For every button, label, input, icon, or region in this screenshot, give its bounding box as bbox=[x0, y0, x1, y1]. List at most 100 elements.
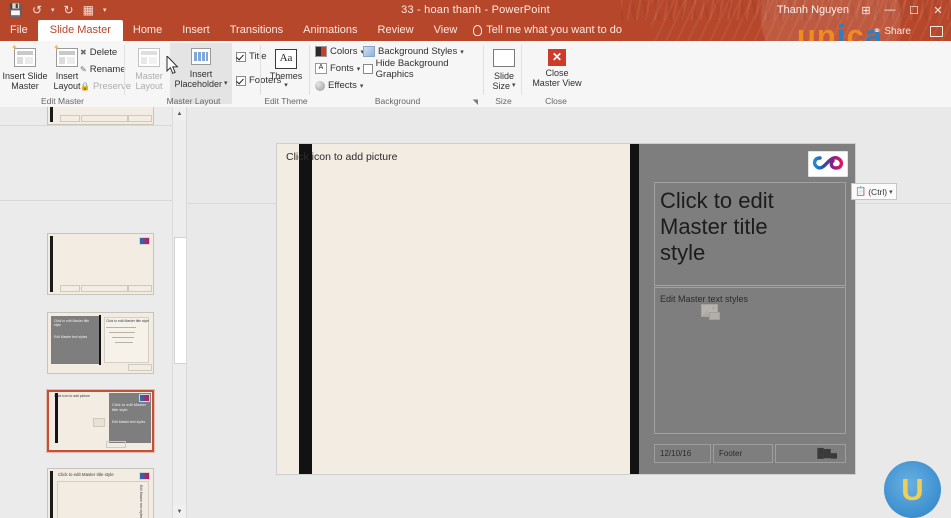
theme-effects-button[interactable]: Effects ▾ bbox=[315, 78, 363, 93]
background-styles-dropdown-icon[interactable]: ▾ bbox=[460, 48, 464, 56]
tab-transitions[interactable]: Transitions bbox=[220, 20, 293, 41]
slide-canvas[interactable]: Click icon to add picture bbox=[277, 144, 855, 474]
thumb-accent-bar bbox=[50, 236, 53, 292]
user-name: Thanh Nguyen bbox=[777, 4, 849, 16]
hide-background-graphics-box[interactable] bbox=[363, 64, 373, 74]
themes-dropdown-icon[interactable]: ▾ bbox=[284, 81, 288, 91]
tab-insert[interactable]: Insert bbox=[172, 20, 220, 41]
close-master-view-label-2: Master View bbox=[532, 78, 581, 88]
list-item[interactable]: Click to edit Master title style Edit Ma… bbox=[47, 468, 154, 518]
master-layout-button[interactable]: Master Layout bbox=[126, 43, 172, 91]
close-master-view-icon: ✕ bbox=[548, 49, 566, 66]
tell-me-box[interactable]: Tell me what you want to do bbox=[467, 20, 628, 41]
maximize-button[interactable]: ☐ bbox=[907, 4, 921, 17]
paste-options-dropdown-icon[interactable]: ▾ bbox=[889, 188, 893, 196]
group-label-background: Background bbox=[311, 96, 484, 106]
themes-button[interactable]: Aa Themes ▾ bbox=[263, 44, 309, 91]
paste-options-button[interactable]: 📋 (Ctrl) ▾ bbox=[851, 183, 897, 200]
close-button[interactable]: ✕ bbox=[931, 4, 945, 17]
thumb-accent-bar bbox=[99, 315, 101, 365]
thumb-logo bbox=[139, 472, 150, 480]
effects-dropdown-icon[interactable]: ▾ bbox=[360, 82, 364, 90]
thumb-footer-date bbox=[60, 285, 80, 292]
insert-layout-label-1: Insert bbox=[56, 71, 79, 81]
rename-master-button[interactable]: ✎ Rename bbox=[80, 62, 126, 77]
scroll-up-arrow-icon[interactable]: ▲ bbox=[173, 107, 186, 120]
ribbon-group-size: Slide Size ▾ Size bbox=[485, 41, 522, 107]
thumb-body-text: Edit Master text styles bbox=[136, 485, 143, 518]
footers-checkbox-box[interactable] bbox=[236, 76, 246, 86]
insert-slide-master-label-1: Insert Slide bbox=[2, 71, 47, 81]
tab-slide-master[interactable]: Slide Master bbox=[38, 20, 123, 41]
share-icon: ⚭ bbox=[873, 26, 881, 37]
theme-colors-button[interactable]: Colors ▾ bbox=[315, 44, 364, 59]
insert-layout-label-2: Layout bbox=[53, 81, 80, 91]
minimize-button[interactable]: — bbox=[883, 4, 897, 16]
powerpoint-window: 💾 ↺ ▾ ↻ ▦ ▾ 33 - hoan thanh - PowerPoint… bbox=[0, 0, 951, 518]
thumb-footer-text bbox=[81, 115, 128, 122]
date-placeholder[interactable]: 12/10/16 bbox=[654, 444, 711, 463]
slide-size-dropdown-icon[interactable]: ▾ bbox=[512, 81, 516, 91]
tab-review[interactable]: Review bbox=[368, 20, 424, 41]
colors-label: Colors bbox=[330, 46, 357, 57]
themes-icon: Aa bbox=[275, 49, 297, 69]
thumb-outline-text: Click to edit Master title style bbox=[106, 319, 150, 323]
picture-placeholder-prompt[interactable]: Click icon to add picture bbox=[286, 151, 397, 163]
background-styles-icon bbox=[363, 46, 375, 57]
insert-slide-master-button[interactable]: ✦ Insert Slide Master bbox=[2, 43, 48, 91]
footer-placeholder[interactable]: Footer bbox=[713, 444, 773, 463]
thumb-body-text: Edit Master text styles bbox=[54, 335, 96, 339]
slide-size-label-1: Slide bbox=[494, 71, 514, 81]
tab-view[interactable]: View bbox=[424, 20, 468, 41]
thumb-logo bbox=[139, 237, 150, 245]
tab-animations[interactable]: Animations bbox=[293, 20, 367, 41]
title-checkbox-box[interactable] bbox=[236, 52, 246, 62]
list-item[interactable]: Click to edit Master title style Edit Ma… bbox=[47, 312, 154, 374]
master-title-placeholder[interactable]: Click to edit Master title style bbox=[660, 188, 838, 266]
list-item[interactable] bbox=[47, 233, 154, 295]
slide-edit-area[interactable]: Click icon to add picture bbox=[186, 107, 951, 518]
guide-vertical bbox=[186, 107, 187, 518]
insert-slide-master-label-2: Master bbox=[11, 81, 39, 91]
insert-placeholder-dropdown-icon[interactable]: ▾ bbox=[224, 79, 228, 89]
delete-icon: ✖ bbox=[80, 48, 87, 57]
background-dialog-launcher-icon[interactable]: ◥ bbox=[473, 98, 478, 106]
group-label-edit-theme: Edit Theme bbox=[262, 96, 310, 106]
comments-icon[interactable] bbox=[930, 26, 943, 37]
slide-thumbnail-pane[interactable]: Click to edit Master title style Edit Ma… bbox=[0, 107, 172, 518]
restore-down-icon[interactable]: ⊞ bbox=[859, 4, 873, 17]
delete-master-button[interactable]: ✖ Delete bbox=[80, 45, 117, 60]
list-item[interactable] bbox=[47, 107, 154, 125]
group-label-close: Close bbox=[523, 96, 589, 106]
thumb-content-panel bbox=[104, 317, 149, 363]
tab-file[interactable]: File bbox=[0, 20, 38, 41]
hide-background-graphics-checkbox[interactable]: Hide Background Graphics bbox=[363, 61, 484, 76]
insert-layout-icon: ✦ bbox=[56, 48, 78, 69]
theme-fonts-button[interactable]: A Fonts ▾ bbox=[315, 61, 360, 76]
tab-home[interactable]: Home bbox=[123, 20, 172, 41]
insert-placeholder-button[interactable]: Insert Placeholder ▾ bbox=[170, 43, 232, 104]
master-layout-label-2: Layout bbox=[135, 81, 162, 91]
title-line-2: Master title bbox=[660, 214, 768, 239]
master-body-placeholder[interactable]: Edit Master text styles bbox=[660, 294, 838, 304]
ribbon: ✦ Insert Slide Master ✦ Insert Layout ✖ bbox=[0, 41, 951, 108]
thumb-title-text: Click to edit Master title style bbox=[54, 319, 96, 328]
thumbnail-scrollbar[interactable]: ▲ ▼ bbox=[172, 107, 186, 518]
scroll-down-arrow-icon[interactable]: ▼ bbox=[173, 505, 186, 518]
slide-number-placeholder[interactable]: █▇▄ bbox=[775, 444, 846, 463]
footer-row: 12/10/16 Footer █▇▄ bbox=[654, 444, 846, 463]
insert-placeholder-label-1: Insert bbox=[190, 69, 213, 79]
pane-guide bbox=[0, 200, 172, 201]
pane-guide bbox=[0, 125, 172, 126]
effects-label: Effects bbox=[328, 80, 357, 91]
share-button[interactable]: ⚭ Share bbox=[873, 26, 911, 37]
group-separator bbox=[124, 45, 125, 95]
thumb-footer-text bbox=[81, 285, 128, 292]
list-item-selected[interactable]: Click icon to add picture Click to edit … bbox=[47, 390, 154, 452]
fonts-dropdown-icon[interactable]: ▾ bbox=[357, 65, 361, 73]
thumb-accent-bar bbox=[55, 393, 58, 443]
rename-icon: ✎ bbox=[80, 65, 87, 74]
themes-label: Themes bbox=[270, 71, 303, 81]
body-placeholder-box[interactable] bbox=[654, 287, 846, 434]
close-master-view-button[interactable]: ✕ Close Master View bbox=[532, 44, 582, 88]
